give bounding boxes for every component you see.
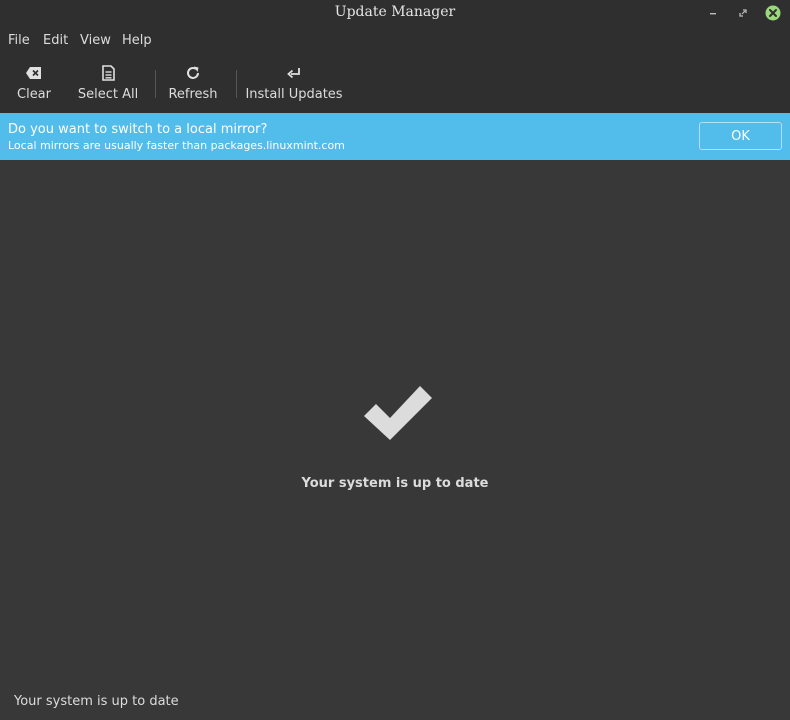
update-manager-window: Update Manager File Edit View Help Clear… (0, 0, 790, 720)
enter-arrow-icon (287, 68, 300, 79)
maximize-button[interactable] (733, 4, 753, 22)
mirror-infobar: Do you want to switch to a local mirror?… (0, 113, 790, 160)
status-bar: Your system is up to date (0, 685, 790, 720)
toolbar-separator (236, 70, 237, 98)
title-bar[interactable]: Update Manager (0, 0, 790, 27)
up-to-date-message: Your system is up to date (301, 476, 489, 491)
select-all-label: Select All (77, 87, 139, 102)
infobar-title: Do you want to switch to a local mirror? (8, 122, 268, 137)
menu-bar: File Edit View Help (0, 27, 790, 54)
menu-help[interactable]: Help (122, 33, 152, 48)
ok-button[interactable]: OK (699, 122, 782, 150)
toolbar-separator (155, 70, 156, 98)
install-updates-button[interactable]: Install Updates (245, 64, 343, 106)
clear-button[interactable]: Clear (16, 64, 52, 106)
clear-label: Clear (17, 87, 51, 102)
select-all-button[interactable]: Select All (77, 64, 139, 106)
refresh-button[interactable]: Refresh (168, 64, 218, 106)
updates-pane: Your system is up to date (0, 160, 790, 685)
refresh-icon (187, 66, 199, 79)
install-updates-label: Install Updates (245, 87, 343, 102)
close-button[interactable] (763, 4, 783, 22)
infobar-subtitle: Local mirrors are usually faster than pa… (8, 139, 345, 152)
checkmark-icon (364, 386, 432, 440)
toolbar: Clear Select All Refresh Install Updates (0, 54, 790, 113)
minimize-button[interactable] (703, 4, 723, 22)
minimize-icon (710, 13, 716, 15)
refresh-label: Refresh (168, 87, 218, 102)
menu-view[interactable]: View (80, 33, 111, 48)
menu-file[interactable]: File (8, 33, 30, 48)
window-title: Update Manager (334, 4, 456, 20)
close-icon (765, 5, 781, 21)
menu-edit[interactable]: Edit (43, 33, 68, 48)
status-bar-text: Your system is up to date (14, 694, 179, 709)
maximize-icon (739, 9, 747, 17)
backspace-icon (26, 67, 41, 79)
document-icon (101, 65, 115, 81)
